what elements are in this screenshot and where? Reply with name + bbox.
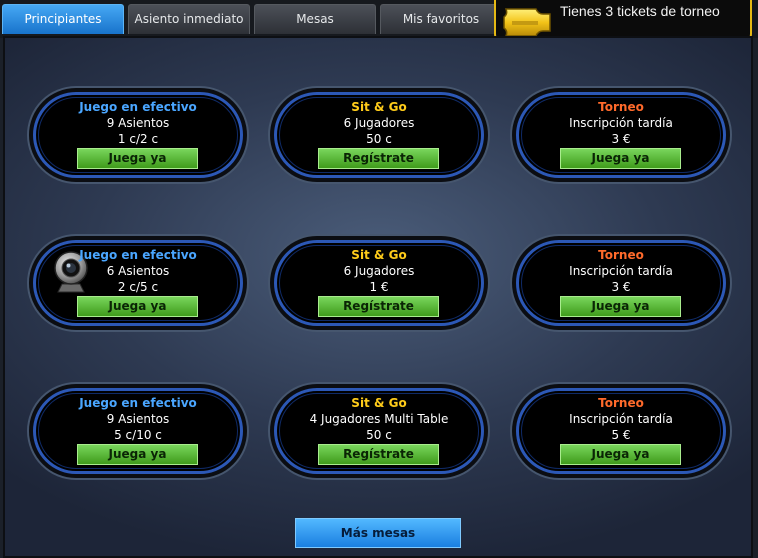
table-stakes: 5 c/10 c (114, 428, 162, 442)
play-now-button[interactable]: Juega ya (560, 444, 681, 465)
lobby-panel: Juego en efectivo 9 Asientos 1 c/2 c Jue… (3, 36, 753, 558)
register-button[interactable]: Regístrate (318, 148, 439, 169)
ticket-notice-text: Tienes 3 tickets de torneo (560, 3, 720, 19)
table-card-tournament[interactable]: Torneo Inscripción tardía 3 € Juega ya (516, 92, 726, 178)
table-card-tournament[interactable]: Torneo Inscripción tardía 5 € Juega ya (516, 388, 726, 474)
table-title: Torneo (598, 100, 644, 114)
table-buyin: 50 c (366, 132, 392, 146)
register-button[interactable]: Regístrate (318, 444, 439, 465)
table-title: Torneo (598, 396, 644, 410)
table-card-sit-and-go[interactable]: Sit & Go 6 Jugadores 50 c Regístrate (274, 92, 484, 178)
table-seats: 9 Asientos (106, 412, 170, 426)
tab-asiento-inmediato[interactable]: Asiento inmediato (128, 4, 250, 34)
play-now-button[interactable]: Juega ya (77, 444, 198, 465)
table-title: Sit & Go (351, 100, 407, 114)
table-card-cash[interactable]: Juego en efectivo 9 Asientos 1 c/2 c Jue… (33, 92, 243, 178)
table-title: Juego en efectivo (79, 248, 197, 262)
table-seats: 6 Asientos (106, 264, 170, 278)
table-seats: 9 Asientos (106, 116, 170, 130)
table-buyin: 3 € (611, 280, 631, 294)
table-title: Juego en efectivo (79, 100, 197, 114)
table-title: Juego en efectivo (79, 396, 197, 410)
table-players: 6 Jugadores (343, 264, 415, 278)
table-card-sit-and-go[interactable]: Sit & Go 4 Jugadores Multi Table 50 c Re… (274, 388, 484, 474)
tab-mis-favoritos[interactable]: Mis favoritos (380, 4, 502, 34)
play-now-button[interactable]: Juega ya (560, 148, 681, 169)
table-card-cash[interactable]: Juego en efectivo 9 Asientos 5 c/10 c Ju… (33, 388, 243, 474)
table-title: Sit & Go (351, 396, 407, 410)
table-players: 4 Jugadores Multi Table (309, 412, 449, 426)
table-players: 6 Jugadores (343, 116, 415, 130)
late-registration-label: Inscripción tardía (569, 412, 673, 426)
tab-mesas[interactable]: Mesas (254, 4, 376, 34)
table-card-sit-and-go[interactable]: Sit & Go 6 Jugadores 1 € Regístrate (274, 240, 484, 326)
table-card-tournament[interactable]: Torneo Inscripción tardía 3 € Juega ya (516, 240, 726, 326)
late-registration-label: Inscripción tardía (569, 264, 673, 278)
play-now-button[interactable]: Juega ya (560, 296, 681, 317)
table-stakes: 1 c/2 c (117, 132, 159, 146)
table-card-cash[interactable]: Juego en efectivo 6 Asientos 2 c/5 c Jue… (33, 240, 243, 326)
table-buyin: 50 c (366, 428, 392, 442)
play-now-button[interactable]: Juega ya (77, 148, 198, 169)
tab-principiantes[interactable]: Principiantes (2, 4, 124, 34)
table-title: Torneo (598, 248, 644, 262)
more-tables-button[interactable]: Más mesas (295, 518, 461, 548)
table-buyin: 3 € (611, 132, 631, 146)
play-now-button[interactable]: Juega ya (77, 296, 198, 317)
register-button[interactable]: Regístrate (318, 296, 439, 317)
table-buyin: 1 € (369, 280, 389, 294)
table-title: Sit & Go (351, 248, 407, 262)
table-buyin: 5 € (611, 428, 631, 442)
table-stakes: 2 c/5 c (117, 280, 159, 294)
late-registration-label: Inscripción tardía (569, 116, 673, 130)
